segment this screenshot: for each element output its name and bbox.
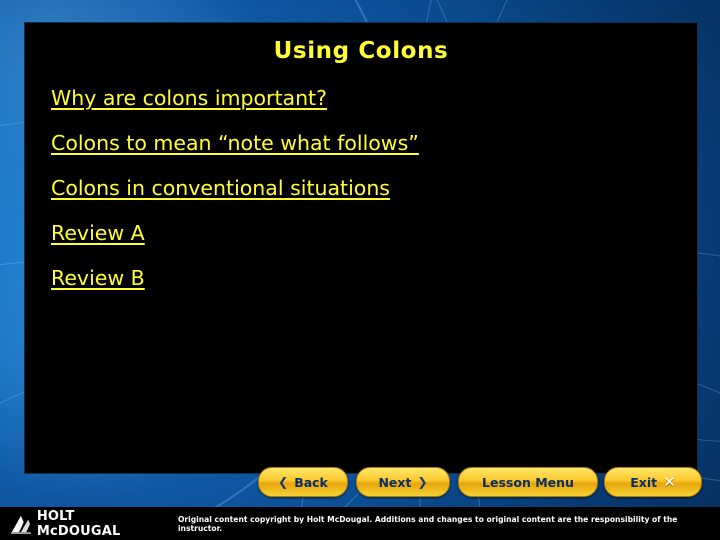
back-button[interactable]: ❮ Back: [258, 467, 348, 497]
topic-link-list: Why are colons important? Colons to mean…: [25, 64, 697, 290]
chevron-right-icon: ❯: [417, 475, 428, 489]
list-item: Colons in conventional situations: [51, 176, 697, 200]
holt-mcdougal-logo-icon: [10, 515, 31, 534]
topic-link-why-colons-important[interactable]: Why are colons important?: [51, 86, 327, 110]
back-button-label: Back: [294, 474, 328, 490]
lesson-menu-button-label: Lesson Menu: [482, 474, 574, 490]
close-x-icon: ✕: [663, 472, 676, 491]
footer-bar: HOLT McDOUGAL Original content copyright…: [0, 507, 720, 540]
topic-link-conventional-situations[interactable]: Colons in conventional situations: [51, 176, 390, 200]
slide-canvas: Using Colons Why are colons important? C…: [0, 0, 720, 540]
list-item: Review B: [51, 266, 697, 290]
list-item: Colons to mean “note what follows”: [51, 131, 697, 155]
topic-link-review-b[interactable]: Review B: [51, 266, 145, 290]
content-panel: Using Colons Why are colons important? C…: [24, 22, 698, 474]
lesson-menu-button[interactable]: Lesson Menu: [458, 467, 598, 497]
publisher-logo-text: HOLT McDOUGAL: [36, 508, 121, 539]
next-button[interactable]: Next ❯: [356, 467, 450, 497]
exit-button[interactable]: Exit ✕: [604, 467, 702, 497]
page-title: Using Colons: [273, 38, 449, 64]
next-button-label: Next: [378, 474, 412, 490]
exit-button-label: Exit: [630, 474, 658, 490]
topic-link-note-what-follows[interactable]: Colons to mean “note what follows”: [51, 131, 419, 155]
topic-link-review-a[interactable]: Review A: [51, 221, 145, 245]
navigation-bar: ❮ Back Next ❯ Lesson Menu Exit ✕: [0, 467, 720, 507]
publisher-logo: HOLT McDOUGAL: [10, 509, 162, 539]
list-item: Review A: [51, 221, 697, 245]
copyright-notice: Original content copyright by Holt McDou…: [177, 514, 678, 533]
list-item: Why are colons important?: [51, 86, 697, 110]
chevron-left-icon: ❮: [278, 475, 289, 489]
